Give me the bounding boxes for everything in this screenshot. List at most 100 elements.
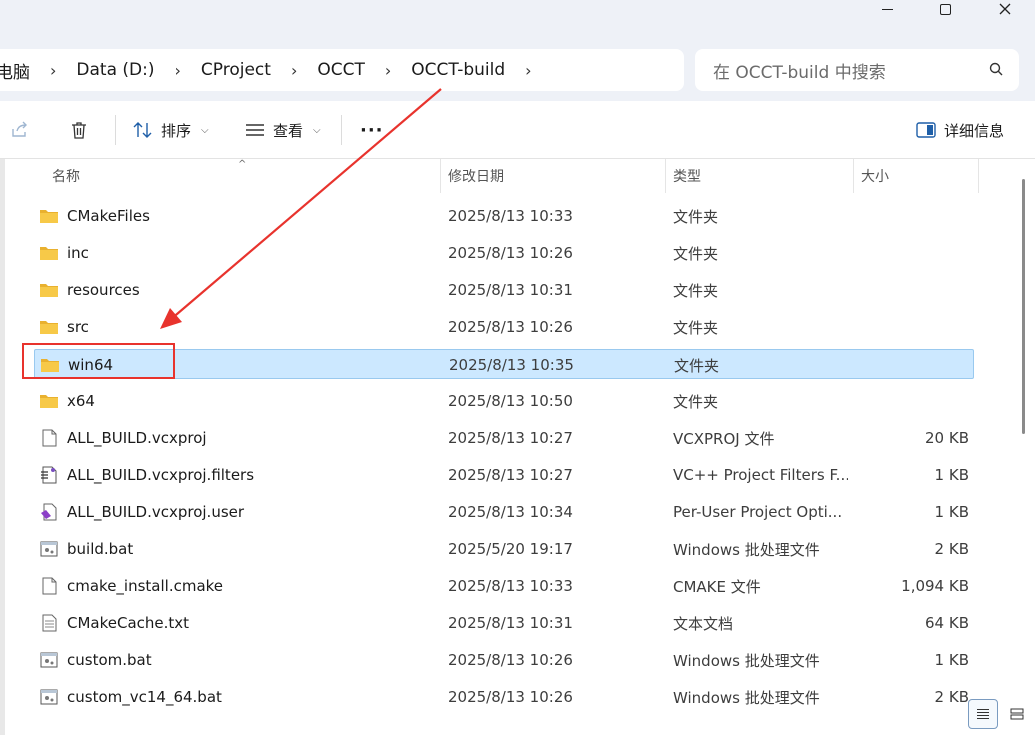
file-name: cmake_install.cmake [67,577,224,595]
file-size [848,275,969,305]
file-list: 名称 ^ 修改日期 类型 大小 CMakeFiles 2025/8/13 10:3… [14,159,1020,735]
file-type: VC++ Project Filters F... [673,466,848,484]
file-name-cell: src [39,312,439,342]
close-button[interactable] [980,0,1030,18]
file-name-cell: ALL_BUILD.vcxproj.user [39,497,439,527]
details-pane-button[interactable]: 详细信息 [916,101,1004,159]
minimize-icon [881,8,893,10]
file-type: CMAKE 文件 [673,577,761,596]
column-divider[interactable] [978,159,979,193]
table-row[interactable]: resources 2025/8/13 10:31 文件夹 [34,275,974,305]
file-name: ALL_BUILD.vcxproj.filters [67,466,255,484]
vertical-scrollbar[interactable] [1020,159,1030,735]
vs-user-file-icon [39,503,59,521]
batch-file-icon [39,651,59,669]
folder-icon [39,392,59,410]
address-bar[interactable]: 电脑 › Data (D:) › CProject › OCCT › OCCT-build › [0,49,684,91]
file-date: 2025/8/13 10:35 [449,356,574,374]
breadcrumb-chevron-icon[interactable]: › [511,61,545,80]
table-row[interactable]: custom_vc14_64.bat 2025/8/13 10:26 Windows… [34,682,974,712]
scrollbar-thumb[interactable] [1022,179,1025,434]
more-label: ··· [360,119,384,141]
sort-button[interactable]: 排序 ⌵ [133,101,209,159]
file-date: 2025/8/13 10:33 [448,207,573,225]
breadcrumb-item[interactable]: CProject [195,60,277,80]
file-size: 2 KB [934,688,969,706]
table-row[interactable]: CMakeCache.txt 2025/8/13 10:31 文本文档 64 KB [34,608,974,638]
file-type: Per-User Project Opti... [673,503,843,521]
table-row[interactable]: ALL_BUILD.vcxproj.user 2025/8/13 10:34 Per… [34,497,974,527]
file-size [848,201,969,231]
file-size [848,386,969,416]
more-button[interactable]: ··· [360,101,384,159]
file-date: 2025/8/13 10:27 [448,429,573,447]
table-row[interactable]: CMakeFiles 2025/8/13 10:33 文件夹 [34,201,974,231]
breadcrumb-item[interactable]: OCCT-build [405,60,511,80]
breadcrumb-item[interactable]: Data (D:) [70,60,160,80]
breadcrumb-chevron-icon[interactable]: › [371,61,405,80]
column-type[interactable]: 类型 [665,159,853,193]
table-row[interactable]: cmake_install.cmake 2025/8/13 10:33 CMAKE … [34,571,974,601]
delete-button[interactable] [69,101,89,159]
file-size [848,238,969,268]
file-date: 2025/8/13 10:31 [448,281,573,299]
breadcrumb-chevron-icon[interactable]: › [277,61,311,80]
column-name-label: 名称 [52,169,80,185]
table-row[interactable]: ALL_BUILD.vcxproj 2025/8/13 10:27 VCXPROJ … [34,423,974,453]
file-type: VCXPROJ 文件 [673,429,775,448]
table-row[interactable]: custom.bat 2025/8/13 10:26 Windows 批处理文件 1 … [34,645,974,675]
file-name: resources [67,281,140,299]
file-date: 2025/8/13 10:34 [448,503,573,521]
file-name: src [67,318,89,336]
table-row[interactable]: x64 2025/8/13 10:50 文件夹 [34,386,974,416]
main-pane: 排序 ⌵ 查看 ⌵ ··· 详细信息 名称 ^ 修改日期 类型 大小 CMake… [0,101,1035,735]
breadcrumb-chevron-icon[interactable]: › [36,61,70,80]
folder-icon [39,281,59,299]
file-date: 2025/8/13 10:31 [448,614,573,632]
details-view-button[interactable] [968,699,998,729]
file-size: 1,094 KB [901,577,969,595]
minimize-button[interactable] [862,0,912,18]
table-row[interactable]: src 2025/8/13 10:26 文件夹 [34,312,974,342]
file-type: 文件夹 [673,244,719,263]
search-icon[interactable] [989,62,1003,76]
table-row[interactable]: inc 2025/8/13 10:26 文件夹 [34,238,974,268]
tiles-view-icon [1010,708,1024,720]
file-name-cell: custom_vc14_64.bat [39,682,439,712]
file-name-cell: CMakeCache.txt [39,608,439,638]
column-size[interactable]: 大小 [853,159,978,193]
column-date-label: 修改日期 [448,169,504,185]
share-icon [12,121,27,137]
table-row[interactable]: ALL_BUILD.vcxproj.filters 2025/8/13 10:27… [34,460,974,490]
file-name: build.bat [67,540,134,558]
column-date[interactable]: 修改日期 [440,159,665,193]
close-icon [999,3,1011,15]
view-icon [246,124,264,136]
filters-file-icon [39,466,59,484]
file-name: CMakeCache.txt [67,614,190,632]
share-button[interactable] [10,101,30,159]
search-input[interactable]: 在 OCCT-build 中搜索 [695,49,1019,91]
file-type: 文本文档 [673,614,734,633]
file-name: custom.bat [67,651,152,669]
column-size-label: 大小 [861,169,889,185]
tiles-view-button[interactable] [1002,699,1032,729]
sort-label: 排序 [161,121,192,140]
breadcrumb-chevron-icon[interactable]: › [160,61,194,80]
title-bar [0,0,1035,40]
sort-ascending-icon: ^ [238,159,247,170]
breadcrumb-item[interactable]: 电脑 [0,58,36,83]
file-type: Windows 批处理文件 [673,540,820,559]
file-type: 文件夹 [674,356,720,375]
details-view-icon [977,708,989,720]
file-name: ALL_BUILD.vcxproj.user [67,503,245,521]
batch-file-icon [39,688,59,706]
file-name: custom_vc14_64.bat [67,688,222,706]
folder-icon [39,318,59,336]
view-button[interactable]: 查看 ⌵ [245,101,321,159]
maximize-button[interactable] [920,0,970,18]
table-row[interactable]: build.bat 2025/5/20 19:17 Windows 批处理文件 2 K… [34,534,974,564]
breadcrumb-item[interactable]: OCCT [311,60,371,80]
table-row-selected[interactable]: win64 2025/8/13 10:35 文件夹 [34,349,974,379]
file-name: ALL_BUILD.vcxproj [67,429,207,447]
